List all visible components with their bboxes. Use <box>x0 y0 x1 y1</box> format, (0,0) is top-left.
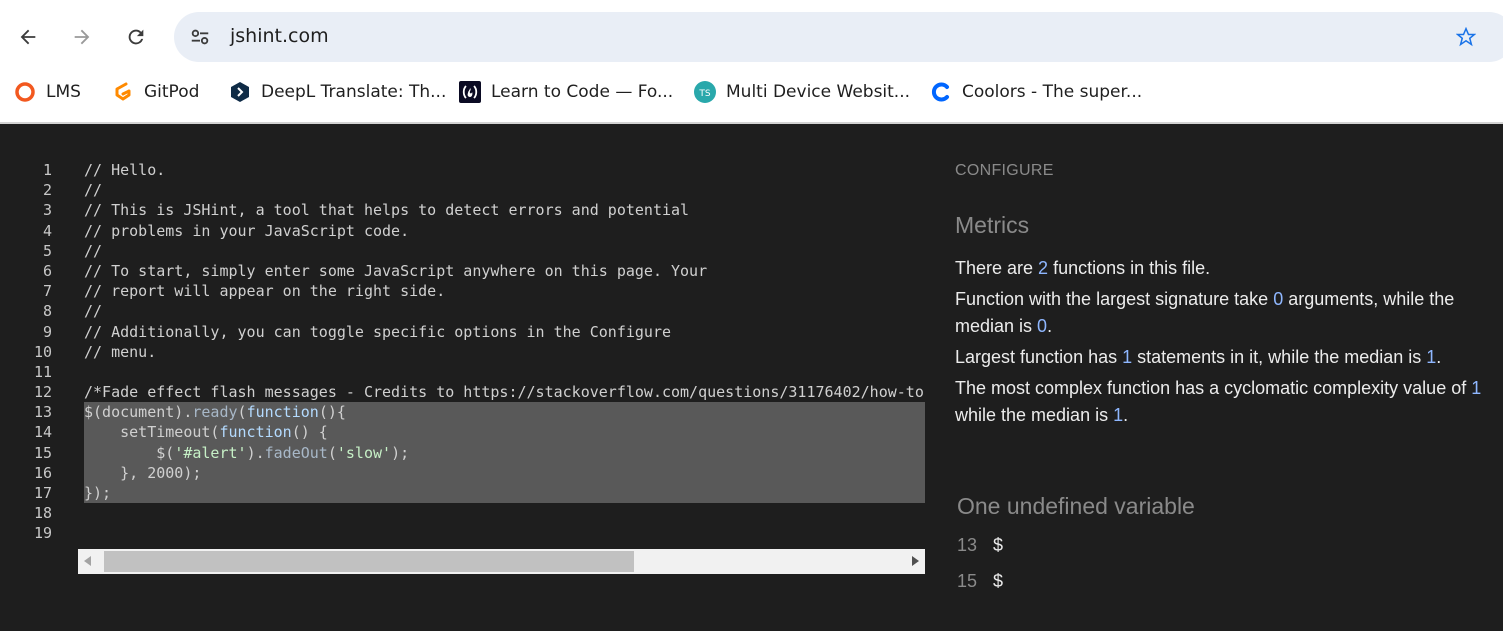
code-area[interactable]: // Hello.//// This is JSHint, a tool tha… <box>84 160 925 544</box>
code-line[interactable]: /*Fade effect flash messages - Credits t… <box>84 382 925 402</box>
metric-complexity: The most complex function has a cyclomat… <box>955 378 1482 425</box>
undefined-line-number[interactable]: 15 <box>957 571 993 592</box>
undefined-variable-row[interactable]: 15 $ <box>957 571 1003 592</box>
code-line[interactable]: // <box>84 241 925 261</box>
bookmarks-bar: LMS GitPod DeepL Translate: Th... Learn … <box>0 72 1503 112</box>
bookmark-multi-device[interactable]: TS Multi Device Websit... <box>694 79 910 105</box>
tune-icon <box>191 29 209 45</box>
bookmark-label: Coolors - The super... <box>962 82 1143 102</box>
line-number: 2 <box>42 181 52 200</box>
bookmark-coolors[interactable]: Coolors - The super... <box>930 79 1142 105</box>
undefined-variables-heading: One undefined variable <box>957 493 1195 519</box>
svg-text:TS: TS <box>698 89 710 99</box>
line-number: 19 <box>33 524 52 543</box>
line-number: 4 <box>42 221 52 240</box>
deepl-icon <box>229 81 251 103</box>
undefined-variable-name: $ <box>993 571 1004 591</box>
bookmark-lms[interactable]: LMS <box>14 79 81 105</box>
line-number: 17 <box>33 484 52 502</box>
horizontal-scrollbar[interactable] <box>78 549 925 574</box>
scroll-left-icon[interactable] <box>82 555 94 567</box>
code-line[interactable]: }); <box>84 483 925 504</box>
arrow-left-icon <box>20 29 36 45</box>
code-line[interactable]: // Additionally, you can toggle specific… <box>84 322 925 342</box>
undefined-line-number[interactable]: 13 <box>957 535 993 556</box>
forward-button[interactable] <box>64 19 100 55</box>
browser-chrome: jshint.com LMS GitPod DeepL Translate: T… <box>0 0 1503 124</box>
bookmark-deepl[interactable]: DeepL Translate: Th... <box>229 79 446 105</box>
line-number: 10 <box>33 342 52 361</box>
reload-button[interactable] <box>118 19 154 55</box>
metric-functions: There are 2 functions in this file. <box>955 258 1211 278</box>
line-number: 13 <box>33 403 52 422</box>
gitpod-icon <box>112 81 134 103</box>
line-number: 9 <box>42 322 52 341</box>
code-line[interactable]: // Hello. <box>84 160 925 180</box>
metrics-heading: Metrics <box>955 212 1030 238</box>
back-button[interactable] <box>10 19 46 55</box>
configure-link[interactable]: CONFIGURE <box>955 162 1054 180</box>
scroll-right-icon[interactable] <box>909 555 921 567</box>
code-line[interactable]: // This is JSHint, a tool that helps to … <box>84 200 925 220</box>
code-line[interactable]: // problems in your JavaScript code. <box>84 221 925 241</box>
line-number: 16 <box>33 463 52 482</box>
undefined-variable-row[interactable]: 13 $ <box>957 535 1003 556</box>
bookmark-gitpod[interactable]: GitPod <box>112 79 199 105</box>
line-number: 11 <box>33 362 52 381</box>
code-line[interactable]: // report will appear on the right side. <box>84 281 925 301</box>
site-info-button[interactable] <box>184 21 216 53</box>
bookmark-star-icon[interactable] <box>1456 27 1476 47</box>
code-line[interactable]: // <box>84 180 925 200</box>
line-number: 5 <box>42 241 52 260</box>
line-number: 14 <box>33 423 52 442</box>
code-line[interactable]: // To start, simply enter some JavaScrip… <box>84 261 925 281</box>
code-editor[interactable]: 1 2 3 4 5 6 7 8 9 10 11 12 13 14 15 16 17 18 19 // Hello. /… <box>0 124 935 631</box>
line-number: 1 <box>42 161 52 179</box>
code-line[interactable]: // <box>84 301 925 321</box>
ts-icon: TS <box>694 81 716 103</box>
line-number: 6 <box>42 261 52 280</box>
address-bar[interactable]: jshint.com <box>174 12 1503 62</box>
bookmark-label: GitPod <box>144 82 200 102</box>
line-number: 8 <box>42 302 52 321</box>
bookmark-label: Learn to Code — Fo... <box>491 82 674 102</box>
report-panel: CONFIGURE Metrics There are 2 functions … <box>935 124 1503 631</box>
reload-icon <box>128 29 144 45</box>
bookmark-label: DeepL Translate: Th... <box>261 82 447 102</box>
code-line[interactable]: // menu. <box>84 342 925 362</box>
line-number-gutter: 1 2 3 4 5 6 7 8 9 10 11 12 13 14 15 16 17 18 19 <box>0 160 60 544</box>
metric-statements: Largest function has 1 statements in it,… <box>955 347 1442 367</box>
lms-ring-icon <box>14 81 36 103</box>
code-line[interactable] <box>84 362 925 382</box>
metric-signature: Function with the largest signature take… <box>955 289 1455 336</box>
coolors-icon <box>930 81 952 103</box>
arrow-right-icon <box>74 29 90 45</box>
undefined-variable-name: $ <box>993 535 1004 555</box>
line-number: 12 <box>33 383 52 402</box>
code-line[interactable]: setTimeout(function() { <box>84 422 925 443</box>
code-line[interactable]: }, 2000); <box>84 462 925 483</box>
url-text[interactable]: jshint.com <box>230 25 329 47</box>
code-line[interactable] <box>84 503 925 523</box>
line-number: 7 <box>42 282 52 301</box>
bookmark-label: Multi Device Websit... <box>726 82 911 102</box>
bookmark-label: LMS <box>46 82 81 102</box>
line-number: 3 <box>42 201 52 220</box>
code-line[interactable]: $('#alert').fadeOut('slow'); <box>84 442 925 463</box>
bookmark-freecodecamp[interactable]: Learn to Code — Fo... <box>459 79 673 105</box>
line-number: 18 <box>33 504 52 523</box>
code-line[interactable]: $(document).ready(function(){ <box>84 402 925 423</box>
metrics-body: There are 2 functions in this file. Func… <box>955 255 1495 433</box>
line-number: 15 <box>33 443 52 462</box>
scrollbar-thumb[interactable] <box>104 551 634 572</box>
code-line[interactable] <box>84 523 925 543</box>
freecodecamp-icon <box>459 81 481 103</box>
